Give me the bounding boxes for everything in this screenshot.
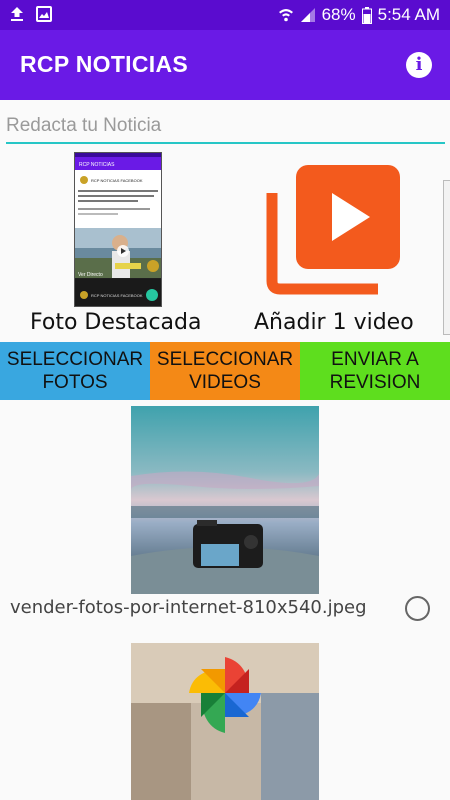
- wifi-icon: [278, 9, 293, 22]
- battery-icon: [361, 6, 372, 24]
- status-bar: 68% 5:54 AM: [0, 0, 450, 30]
- image-notification-icon: [36, 6, 52, 22]
- featured-photo-image: RCP NOTICIAS RCP NOTICIAS FACEBOOK Ver D…: [75, 153, 161, 306]
- status-bar-system: 68% 5:54 AM: [278, 5, 440, 25]
- signal-icon: [300, 8, 315, 22]
- status-bar-notifications: [10, 6, 52, 22]
- app-title: RCP NOTICIAS: [20, 51, 189, 77]
- attachment-image[interactable]: [131, 406, 319, 594]
- attachment-filename: vender-fotos-por-internet-810x540.jpeg: [10, 597, 367, 618]
- app-bar: RCP NOTICIAS i: [0, 30, 450, 100]
- thumb-app-title: RCP NOTICIAS: [79, 162, 115, 168]
- thumb-live-label: Ver Directo: [78, 272, 103, 278]
- select-videos-button[interactable]: SELECCIONAR VIDEOS: [150, 342, 300, 400]
- attachment-select-radio[interactable]: [405, 596, 430, 621]
- camera-photo: [131, 406, 319, 594]
- send-review-button[interactable]: ENVIAR A REVISION: [300, 342, 450, 400]
- featured-photo-thumbnail[interactable]: RCP NOTICIAS RCP NOTICIAS FACEBOOK Ver D…: [74, 152, 162, 307]
- battery-percent: 68%: [321, 5, 356, 24]
- add-video-caption: Añadir 1 video: [254, 310, 414, 335]
- select-photos-button[interactable]: SELECCIONAR FOTOS: [0, 342, 150, 400]
- attachment-image-2[interactable]: [131, 643, 319, 800]
- thumb-post-title: RCP NOTICIAS FACEBOOK: [91, 178, 143, 183]
- google-photos-image: [131, 643, 319, 800]
- featured-photo-caption: Foto Destacada: [30, 310, 202, 335]
- news-text-input[interactable]: [6, 110, 445, 144]
- info-icon[interactable]: i: [406, 52, 432, 78]
- add-video-icon[interactable]: [266, 165, 400, 295]
- side-panel-handle[interactable]: [443, 180, 450, 335]
- upload-icon: [11, 7, 23, 21]
- clock: 5:54 AM: [377, 5, 440, 24]
- thumb-footer-title: RCP NOTICIAS FACEBOOK: [91, 293, 143, 298]
